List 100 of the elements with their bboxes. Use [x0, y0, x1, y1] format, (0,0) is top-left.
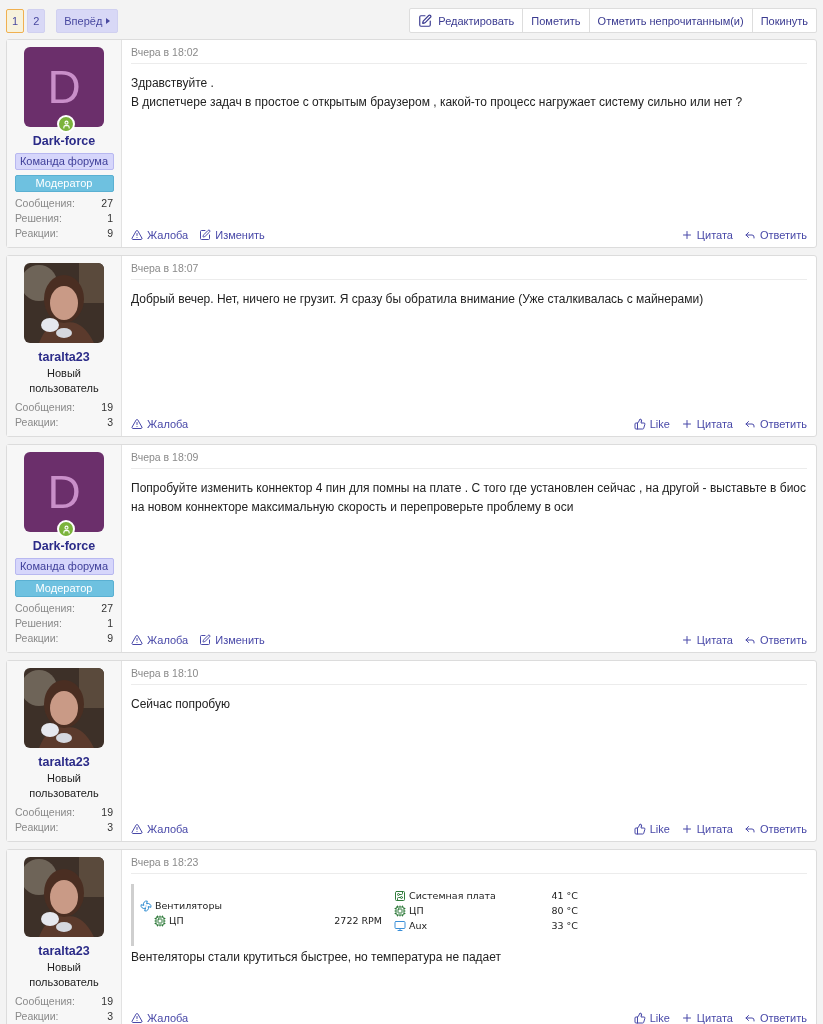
stat-label: Сообщения: [15, 805, 75, 820]
post-time[interactable]: Вчера в 18:09 [131, 451, 807, 469]
stat-value: 3 [107, 415, 113, 430]
stat-label: Реакции: [15, 820, 59, 835]
stat-label: Реакции: [15, 226, 59, 241]
sensor-temperature: 80 °C [551, 904, 578, 918]
post-text: Вентеляторы стали крутиться быстрее, но температура не падает [131, 949, 503, 966]
post-text: Добрый вечер. Нет, ничего не грузит. Я сразу бы обратила внимание (Уже сталкивалась с майнерами) [131, 291, 705, 308]
stat-value: 19 [101, 805, 113, 820]
post-action-link[interactable]: Цитата [680, 1012, 733, 1024]
reply-icon [743, 418, 756, 430]
plus-icon [680, 1012, 693, 1024]
user-banner: Модератор [14, 175, 114, 192]
stat-value: 19 [101, 994, 113, 1009]
user-title: Новый пользователь [28, 366, 100, 396]
sensor-temperature: 41 °C [551, 889, 578, 903]
post-time[interactable]: Вчера в 18:23 [131, 856, 807, 874]
username-link[interactable]: taralta23 [38, 944, 90, 958]
user-banner: Команда форума [14, 558, 114, 575]
post-action-link[interactable]: Цитата [680, 229, 733, 241]
user-banner: Модератор [14, 580, 114, 597]
toolbar-button[interactable]: Редактировать [410, 9, 523, 32]
sensor-label: ЦП [409, 904, 424, 918]
stat-label: Сообщения: [15, 994, 75, 1009]
reply-icon [743, 1012, 756, 1024]
stat-label: Сообщения: [15, 400, 75, 415]
username-link[interactable]: Dark-force [32, 539, 96, 553]
user-avatar[interactable]: D [24, 452, 104, 532]
warning-icon [131, 418, 143, 430]
post-action-link[interactable]: Ответить [743, 634, 807, 646]
circuit-board-icon [394, 889, 407, 902]
stat-label: Сообщения: [15, 601, 75, 616]
toolbar-button[interactable]: Пометить [522, 9, 589, 32]
edit-icon [199, 229, 212, 241]
post-time[interactable]: Вчера в 18:02 [131, 46, 807, 64]
stat-value: 3 [107, 1009, 113, 1024]
warning-icon [131, 634, 143, 646]
fans-heading: Вентиляторы [155, 899, 222, 913]
edit-icon [418, 13, 433, 28]
sensor-temperature: 33 °C [551, 919, 578, 933]
plus-icon [680, 634, 693, 646]
stat-value: 3 [107, 820, 113, 835]
post-action-link[interactable]: Цитата [680, 823, 733, 835]
fan-icon [140, 899, 152, 912]
username-link[interactable]: taralta23 [38, 350, 90, 364]
post-action-link[interactable]: Like [633, 1012, 670, 1024]
user-title: Новый пользователь [28, 960, 100, 990]
post-text: Попробуйте изменить коннектор 4 пин для помны на плате . С того где установлен сейчас , на другой - выставьте в биос на новом коннекторе максимальную скорость и перепроверьте проблему в оси [131, 480, 807, 516]
edit-icon [199, 634, 212, 646]
monitor-icon [394, 919, 407, 932]
post-text: Здравствуйте . [131, 75, 215, 92]
reply-icon [743, 229, 756, 241]
stat-label: Решения: [15, 616, 62, 631]
post-action-link[interactable]: Жалоба [131, 823, 189, 835]
stat-label: Решения: [15, 211, 62, 226]
stat-label: Реакции: [15, 631, 59, 646]
thumbs-up-icon [633, 823, 646, 835]
page-link[interactable]: 1 [6, 8, 25, 33]
post-text: В диспетчере задач в простое с открытым браузером , какой-то процесс нагружает систему сильно или нет ? [131, 94, 744, 111]
post-action-link[interactable]: Like [633, 823, 670, 835]
caret-icon [106, 17, 111, 24]
thumbs-up-icon [633, 418, 646, 430]
username-link[interactable]: Dark-force [32, 134, 96, 148]
user-avatar[interactable]: D [24, 47, 104, 127]
plus-icon [680, 418, 693, 430]
post-time[interactable]: Вчера в 18:07 [131, 262, 807, 280]
post-action-link[interactable]: Ответить [743, 1012, 807, 1024]
post-action-link[interactable]: Жалоба [131, 229, 189, 241]
plus-icon [680, 229, 693, 241]
post-action-link[interactable]: Ответить [743, 418, 807, 430]
post-action-link[interactable]: Цитата [680, 634, 733, 646]
page-link[interactable]: 2 [27, 8, 46, 33]
reply-icon [743, 823, 756, 835]
toolbar-button[interactable]: Покинуть [751, 9, 816, 32]
post-action-link[interactable]: Изменить [199, 229, 265, 241]
post-action-link[interactable]: Жалоба [131, 418, 189, 430]
stat-label: Реакции: [15, 415, 59, 430]
warning-icon [131, 1012, 143, 1024]
post-action-link[interactable]: Жалоба [131, 1012, 189, 1024]
toolbar-button[interactable]: Отметить непрочитанным(и) [588, 9, 752, 32]
username-link[interactable]: taralta23 [38, 755, 90, 769]
post-action-link[interactable]: Жалоба [131, 634, 189, 646]
stat-value: 1 [107, 211, 113, 226]
stat-value: 19 [101, 400, 113, 415]
post-action-link[interactable]: Изменить [199, 634, 265, 646]
next-page-button[interactable]: Вперёд [56, 8, 119, 33]
post-text: Сейчас попробую [131, 696, 231, 713]
reply-icon [743, 634, 756, 646]
plus-icon [680, 823, 693, 835]
fan-label: ЦП [169, 914, 184, 928]
stat-value: 27 [101, 601, 113, 616]
post-action-link[interactable]: Ответить [743, 823, 807, 835]
post-action-link[interactable]: Ответить [743, 229, 807, 241]
post-time[interactable]: Вчера в 18:10 [131, 667, 807, 685]
warning-icon [131, 229, 143, 241]
sensor-label: Системная плата [409, 889, 496, 903]
post-action-link[interactable]: Цитата [680, 418, 733, 430]
stat-value: 9 [107, 631, 113, 646]
stat-label: Сообщения: [15, 196, 75, 211]
post-action-link[interactable]: Like [633, 418, 670, 430]
